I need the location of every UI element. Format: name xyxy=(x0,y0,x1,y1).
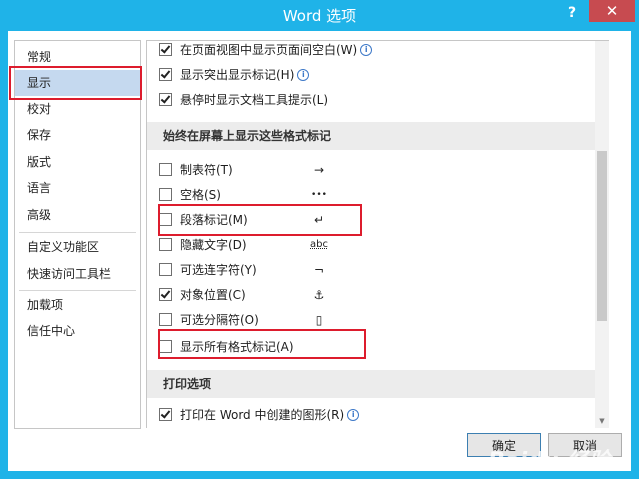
close-button[interactable]: ✕ xyxy=(589,0,635,22)
highlight-box-nav xyxy=(9,66,142,100)
info-icon: i xyxy=(347,409,360,421)
word-options-dialog: Word 选项 ? ✕ 常规 显示 校对 保存 版式 语言 高级 自定义功能区 … xyxy=(0,0,639,479)
checkbox[interactable] xyxy=(159,93,172,106)
option-label: 在页面视图中显示页面间空白(W) xyxy=(180,43,358,57)
optional-break-icon: ▯ xyxy=(315,313,323,327)
info-icon: i xyxy=(360,44,373,56)
anchor-icon: ⚓ xyxy=(313,288,325,302)
option-label: 显示突出显示标记(H) xyxy=(180,68,295,82)
option-label: 可选分隔符(O) xyxy=(180,313,259,327)
nav-item-trust-center[interactable]: 信任中心 xyxy=(15,318,140,344)
checkbox[interactable] xyxy=(159,188,172,201)
space-mark-icon: ••• xyxy=(311,190,327,200)
title-bar[interactable]: Word 选项 ? ✕ xyxy=(0,0,639,30)
scroll-down-arrow-icon[interactable]: ▼ xyxy=(597,416,607,426)
highlight-box-paragraph-marks xyxy=(158,204,362,236)
nav-item-advanced[interactable]: 高级 xyxy=(15,202,140,228)
checkbox[interactable] xyxy=(159,263,172,276)
nav-item-layout[interactable]: 版式 xyxy=(15,149,140,175)
vertical-scrollbar[interactable]: ▼ xyxy=(595,41,609,428)
checkbox[interactable] xyxy=(159,408,172,421)
option-label: 制表符(T) xyxy=(180,163,233,177)
tab-mark-icon: → xyxy=(313,163,325,177)
nav-item-language[interactable]: 语言 xyxy=(15,175,140,201)
option-label: 可选连字符(Y) xyxy=(180,263,257,277)
section-header-print-options: 打印选项 xyxy=(147,370,595,398)
dialog-title: Word 选项 xyxy=(282,7,357,25)
option-label: 对象位置(C) xyxy=(180,288,246,302)
nav-item-quick-access-toolbar[interactable]: 快速访问工具栏 xyxy=(15,261,140,287)
nav-item-save[interactable]: 保存 xyxy=(15,122,140,148)
checkbox[interactable] xyxy=(159,68,172,81)
nav-divider xyxy=(19,290,136,291)
nav-item-add-ins[interactable]: 加载项 xyxy=(15,292,140,318)
dialog-body: 常规 显示 校对 保存 版式 语言 高级 自定义功能区 快速访问工具栏 加载项 … xyxy=(8,31,631,474)
highlight-box-show-all-marks xyxy=(158,329,366,359)
checkbox[interactable] xyxy=(159,313,172,326)
option-label: 悬停时显示文档工具提示(L) xyxy=(180,93,329,107)
info-icon: i xyxy=(297,69,310,81)
checkbox[interactable] xyxy=(159,43,172,56)
section-header-format-marks: 始终在屏幕上显示这些格式标记 xyxy=(147,122,595,150)
scroll-thumb[interactable] xyxy=(597,151,607,321)
hyphen-mark-icon: ¬ xyxy=(313,263,325,277)
nav-item-customize-ribbon[interactable]: 自定义功能区 xyxy=(15,234,140,260)
checkbox[interactable] xyxy=(159,163,172,176)
watermark-logo: Baidu 经验 xyxy=(488,449,611,474)
checkbox[interactable] xyxy=(159,288,172,301)
hidden-text-mark-icon: abc xyxy=(310,239,328,250)
nav-divider xyxy=(19,232,136,233)
option-label: 打印在 Word 中创建的图形(R) xyxy=(180,408,345,422)
checkbox[interactable] xyxy=(159,238,172,251)
help-button[interactable]: ? xyxy=(560,3,584,23)
option-label: 空格(S) xyxy=(180,188,221,202)
option-label: 隐藏文字(D) xyxy=(180,238,247,252)
